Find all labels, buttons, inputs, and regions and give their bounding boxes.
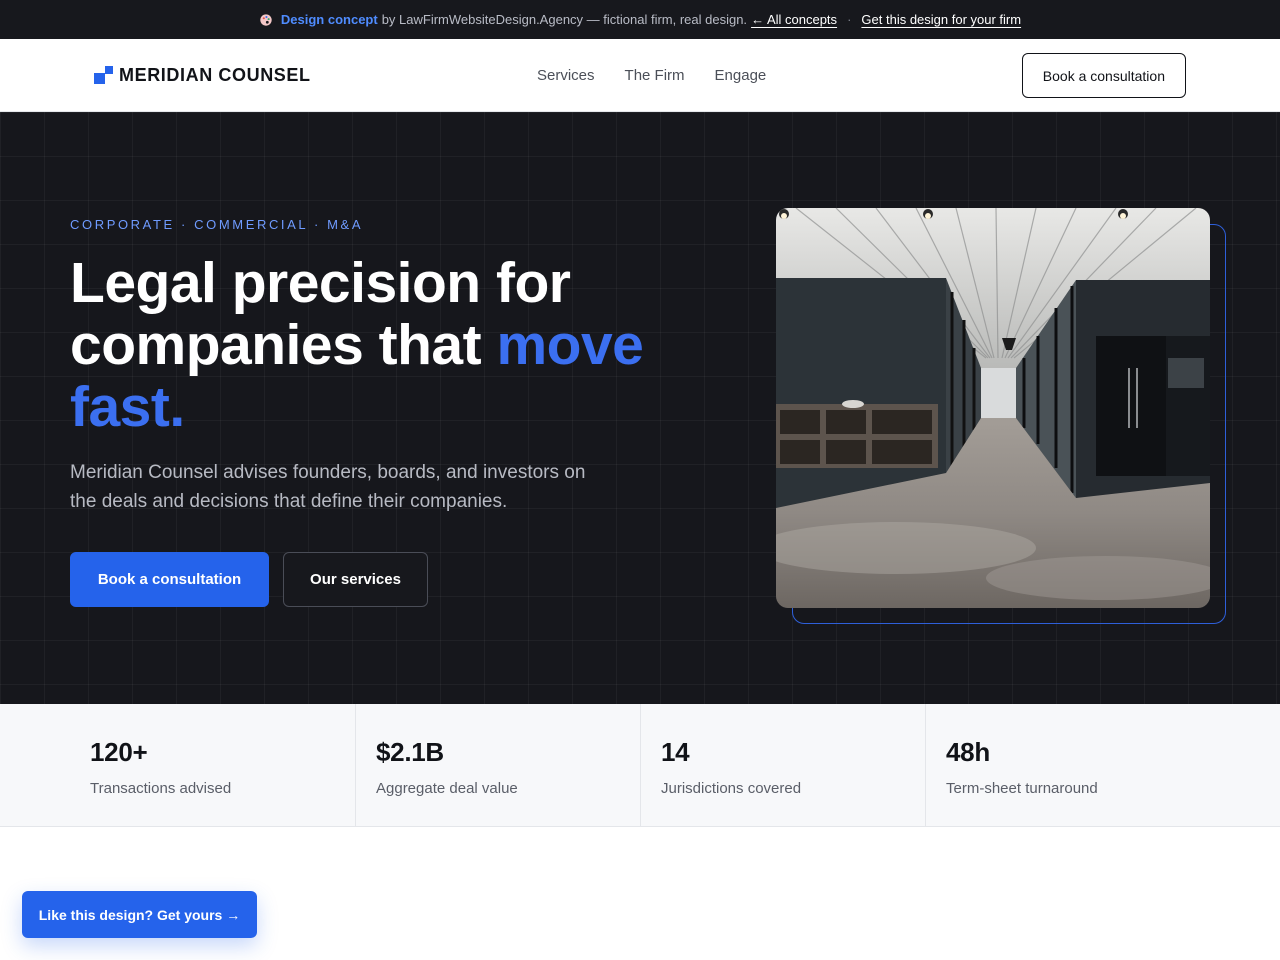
header-book-consultation-button[interactable]: Book a consultation [1021,53,1186,98]
our-services-button[interactable]: Our services [283,552,428,607]
nav-link-the-firm[interactable]: The Firm [625,67,685,84]
office-corridor-illustration [776,208,1210,608]
stat-label: Jurisdictions covered [661,780,802,797]
stat-value: 14 [661,737,690,767]
headline-line-2: companies that [70,313,497,377]
banner-text: by LawFirmWebsiteDesign.Agency — fiction… [381,12,748,27]
floating-get-design-button[interactable]: Like this design? Get yours → [22,891,257,938]
stat-item: $2.1B Aggregate deal value [356,704,641,826]
stat-item: 14 Jurisdictions covered [641,704,926,826]
top-banner: Design concept by LawFirmWebsiteDesign.A… [0,0,1280,39]
all-concepts-link[interactable]: ← All concepts [751,12,837,27]
hero-office-image [776,208,1210,608]
main-nav: Services The Firm Engage [537,39,766,111]
site-header: MERIDIAN COUNSEL Services The Firm Engag… [0,39,1280,112]
banner-highlight: Design concept [280,12,378,27]
stat-label: Aggregate deal value [376,780,518,797]
logo-mark-icon [94,66,113,84]
nav-link-services[interactable]: Services [537,67,595,84]
hero-eyebrow: CORPORATE · COMMERCIAL · M&A [70,217,364,232]
banner-separator: · [847,12,852,27]
stat-value: 48h [946,737,990,767]
stat-label: Transactions advised [90,780,232,797]
stat-value: 120+ [90,737,148,767]
stats-bar: 120+ Transactions advised $2.1B Aggregat… [0,704,1280,827]
hero-description: Meridian Counsel advises founders, board… [70,462,586,512]
stat-item: 120+ Transactions advised [0,704,356,826]
hero-book-consultation-button[interactable]: Book a consultation [70,552,269,607]
stat-label: Term-sheet turnaround [946,780,1098,797]
logo[interactable]: MERIDIAN COUNSEL [94,65,311,86]
logo-text: MERIDIAN COUNSEL [119,64,311,85]
nav-link-engage[interactable]: Engage [715,67,767,84]
palette-icon [260,13,272,26]
stat-value: $2.1B [376,737,444,767]
headline-line-1: Legal precision for [70,251,571,315]
hero-section: CORPORATE · COMMERCIAL · M&A Legal preci… [0,112,1280,704]
stat-item: 48h Term-sheet turnaround [926,704,1280,826]
hero-headline: Legal precision for companies that move … [70,252,710,438]
get-design-link[interactable]: Get this design for your firm [861,12,1021,27]
